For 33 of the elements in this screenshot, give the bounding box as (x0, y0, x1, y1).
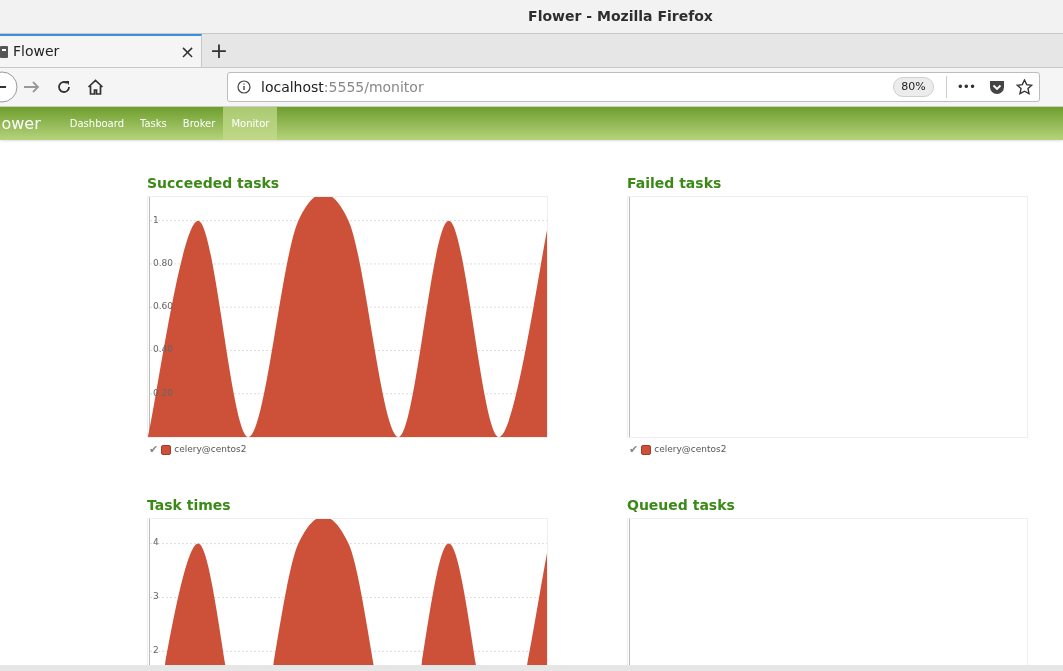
axis-tick-label: 3 (153, 591, 159, 601)
page-icon (0, 45, 8, 58)
window-title: Flower - Mozilla Firefox (528, 7, 713, 26)
chart-title: Succeeded tasks (147, 176, 281, 190)
axis-tick-label: 4 (153, 538, 159, 548)
new-tab-button[interactable]: + (202, 34, 236, 67)
legend-label: celery@centos2 (174, 443, 247, 456)
axis-tick-label: 2 (153, 645, 159, 655)
nav-link[interactable]: Dashboard (61, 107, 132, 140)
axis-tick-label: 1 (153, 215, 159, 225)
axis-tick-label: 0.80 (153, 258, 174, 268)
forward-icon[interactable] (23, 79, 41, 95)
star-icon[interactable] (1016, 79, 1033, 95)
chart-title: Queued tasks (627, 497, 736, 512)
brand-logo[interactable]: lower (0, 111, 41, 136)
more-actions-button[interactable]: ••• (956, 78, 975, 96)
legend-toggle[interactable]: ✔ (629, 444, 639, 456)
tab-title: Flower (13, 42, 61, 61)
info-icon[interactable] (237, 80, 251, 94)
chart-title: Task times (147, 497, 232, 512)
legend-toggle[interactable]: ✔ (149, 444, 159, 456)
url-text: localhost:5555/monitor (261, 77, 424, 97)
address-bar[interactable]: localhost:5555/monitor 80% ••• (227, 72, 1040, 102)
close-icon[interactable]: × (179, 42, 195, 61)
reload-icon[interactable] (56, 79, 72, 95)
chart-title: Failed tasks (627, 176, 723, 190)
nav-link[interactable]: Broker (174, 107, 224, 140)
legend-label: celery@centos2 (654, 443, 727, 456)
home-icon[interactable] (87, 79, 104, 95)
nav-link[interactable]: Tasks (132, 107, 175, 140)
pocket-icon[interactable] (989, 79, 1005, 95)
browser-tab[interactable]: Flower × (0, 34, 202, 67)
zoom-level-badge[interactable]: 80% (893, 76, 934, 98)
